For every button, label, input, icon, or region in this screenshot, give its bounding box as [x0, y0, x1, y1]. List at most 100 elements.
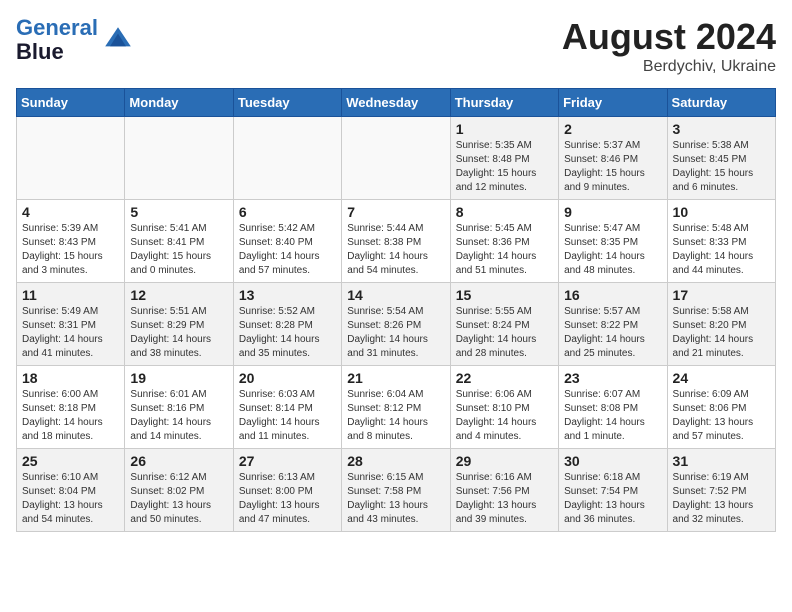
calendar-cell: 13 Sunrise: 5:52 AMSunset: 8:28 PMDayligh… [233, 283, 341, 366]
day-info: Sunrise: 6:06 AMSunset: 8:10 PMDaylight:… [456, 388, 553, 444]
title-block: August 2024 Berdychiv, Ukraine [562, 16, 776, 76]
day-number: 3 [673, 121, 770, 137]
day-number: 26 [130, 453, 227, 469]
calendar-cell: 4 Sunrise: 5:39 AMSunset: 8:43 PMDaylight… [17, 200, 125, 283]
calendar-cell: 25 Sunrise: 6:10 AMSunset: 8:04 PMDayligh… [17, 449, 125, 532]
calendar-cell: 10 Sunrise: 5:48 AMSunset: 8:33 PMDayligh… [667, 200, 775, 283]
calendar-cell: 19Sunrise: 6:01 AMSunset: 8:16 PMDayligh… [125, 366, 233, 449]
calendar-cell: 28Sunrise: 6:15 AMSunset: 7:58 PMDayligh… [342, 449, 450, 532]
calendar-cell: 6 Sunrise: 5:42 AMSunset: 8:40 PMDaylight… [233, 200, 341, 283]
calendar-cell [125, 117, 233, 200]
day-number: 14 [347, 287, 444, 303]
calendar-cell [342, 117, 450, 200]
day-number: 1 [456, 121, 553, 137]
calendar-cell: 18 Sunrise: 6:00 AMSunset: 8:18 PMDayligh… [17, 366, 125, 449]
calendar-week-1: 1Sunrise: 5:35 AMSunset: 8:48 PMDaylight… [17, 117, 776, 200]
day-info: Sunrise: 6:19 AMSunset: 7:52 PMDaylight:… [673, 471, 770, 527]
day-info: Sunrise: 5:55 AMSunset: 8:24 PMDaylight:… [456, 305, 553, 361]
calendar-cell: 1Sunrise: 5:35 AMSunset: 8:48 PMDaylight… [450, 117, 558, 200]
calendar-cell: 15Sunrise: 5:55 AMSunset: 8:24 PMDayligh… [450, 283, 558, 366]
logo-icon [102, 24, 134, 56]
day-number: 31 [673, 453, 770, 469]
weekday-header-row: SundayMondayTuesdayWednesdayThursdayFrid… [17, 89, 776, 117]
weekday-header-friday: Friday [559, 89, 667, 117]
calendar-cell: 24Sunrise: 6:09 AMSunset: 8:06 PMDayligh… [667, 366, 775, 449]
calendar-cell: 21 Sunrise: 6:04 AMSunset: 8:12 PMDayligh… [342, 366, 450, 449]
calendar-cell: 11Sunrise: 5:49 AMSunset: 8:31 PMDayligh… [17, 283, 125, 366]
day-number: 6 [239, 204, 336, 220]
day-info: Sunrise: 5:45 AMSunset: 8:36 PMDaylight:… [456, 222, 553, 278]
weekday-header-monday: Monday [125, 89, 233, 117]
day-info: Sunrise: 6:04 AMSunset: 8:12 PMDaylight:… [347, 388, 444, 444]
month-year: August 2024 [562, 16, 776, 58]
day-info: Sunrise: 5:42 AMSunset: 8:40 PMDaylight:… [239, 222, 336, 278]
day-info: Sunrise: 6:10 AMSunset: 8:04 PMDaylight:… [22, 471, 119, 527]
location: Berdychiv, Ukraine [562, 58, 776, 76]
day-number: 21 [347, 370, 444, 386]
calendar-week-5: 25 Sunrise: 6:10 AMSunset: 8:04 PMDayligh… [17, 449, 776, 532]
day-number: 7 [347, 204, 444, 220]
day-number: 23 [564, 370, 661, 386]
calendar-cell: 16 Sunrise: 5:57 AMSunset: 8:22 PMDayligh… [559, 283, 667, 366]
day-number: 10 [673, 204, 770, 220]
day-info: Sunrise: 6:12 AMSunset: 8:02 PMDaylight:… [130, 471, 227, 527]
weekday-header-saturday: Saturday [667, 89, 775, 117]
calendar-cell: 29 Sunrise: 6:16 AMSunset: 7:56 PMDayligh… [450, 449, 558, 532]
day-number: 9 [564, 204, 661, 220]
day-info: Sunrise: 5:38 AMSunset: 8:45 PMDaylight:… [673, 139, 770, 195]
logo-text: GeneralBlue [16, 16, 98, 64]
day-info: Sunrise: 6:13 AMSunset: 8:00 PMDaylight:… [239, 471, 336, 527]
calendar-cell: 26 Sunrise: 6:12 AMSunset: 8:02 PMDayligh… [125, 449, 233, 532]
page-header: GeneralBlue August 2024 Berdychiv, Ukrai… [16, 16, 776, 76]
weekday-header-sunday: Sunday [17, 89, 125, 117]
day-info: Sunrise: 5:37 AMSunset: 8:46 PMDaylight:… [564, 139, 661, 195]
calendar-week-3: 11Sunrise: 5:49 AMSunset: 8:31 PMDayligh… [17, 283, 776, 366]
calendar-cell: 12Sunrise: 5:51 AMSunset: 8:29 PMDayligh… [125, 283, 233, 366]
calendar-cell [17, 117, 125, 200]
day-info: Sunrise: 5:57 AMSunset: 8:22 PMDaylight:… [564, 305, 661, 361]
day-number: 18 [22, 370, 119, 386]
calendar-cell: 20Sunrise: 6:03 AMSunset: 8:14 PMDayligh… [233, 366, 341, 449]
calendar-table: SundayMondayTuesdayWednesdayThursdayFrid… [16, 88, 776, 532]
day-info: Sunrise: 6:15 AMSunset: 7:58 PMDaylight:… [347, 471, 444, 527]
day-info: Sunrise: 6:16 AMSunset: 7:56 PMDaylight:… [456, 471, 553, 527]
weekday-header-wednesday: Wednesday [342, 89, 450, 117]
calendar-cell: 9 Sunrise: 5:47 AMSunset: 8:35 PMDaylight… [559, 200, 667, 283]
calendar-cell: 31 Sunrise: 6:19 AMSunset: 7:52 PMDayligh… [667, 449, 775, 532]
weekday-header-thursday: Thursday [450, 89, 558, 117]
day-info: Sunrise: 6:00 AMSunset: 8:18 PMDaylight:… [22, 388, 119, 444]
calendar-week-2: 4 Sunrise: 5:39 AMSunset: 8:43 PMDaylight… [17, 200, 776, 283]
day-number: 11 [22, 287, 119, 303]
day-info: Sunrise: 6:09 AMSunset: 8:06 PMDaylight:… [673, 388, 770, 444]
day-info: Sunrise: 5:58 AMSunset: 8:20 PMDaylight:… [673, 305, 770, 361]
calendar-cell [233, 117, 341, 200]
day-info: Sunrise: 5:52 AMSunset: 8:28 PMDaylight:… [239, 305, 336, 361]
day-info: Sunrise: 5:47 AMSunset: 8:35 PMDaylight:… [564, 222, 661, 278]
day-info: Sunrise: 5:44 AMSunset: 8:38 PMDaylight:… [347, 222, 444, 278]
calendar-cell: 30Sunrise: 6:18 AMSunset: 7:54 PMDayligh… [559, 449, 667, 532]
day-info: Sunrise: 5:39 AMSunset: 8:43 PMDaylight:… [22, 222, 119, 278]
calendar-cell: 22Sunrise: 6:06 AMSunset: 8:10 PMDayligh… [450, 366, 558, 449]
day-number: 27 [239, 453, 336, 469]
calendar-cell: 5 Sunrise: 5:41 AMSunset: 8:41 PMDaylight… [125, 200, 233, 283]
day-info: Sunrise: 5:41 AMSunset: 8:41 PMDaylight:… [130, 222, 227, 278]
calendar-cell: 7 Sunrise: 5:44 AMSunset: 8:38 PMDaylight… [342, 200, 450, 283]
day-info: Sunrise: 5:54 AMSunset: 8:26 PMDaylight:… [347, 305, 444, 361]
day-number: 12 [130, 287, 227, 303]
calendar-cell: 27 Sunrise: 6:13 AMSunset: 8:00 PMDayligh… [233, 449, 341, 532]
day-number: 4 [22, 204, 119, 220]
calendar-cell: 2Sunrise: 5:37 AMSunset: 8:46 PMDaylight… [559, 117, 667, 200]
calendar-week-4: 18 Sunrise: 6:00 AMSunset: 8:18 PMDayligh… [17, 366, 776, 449]
day-number: 25 [22, 453, 119, 469]
day-info: Sunrise: 6:07 AMSunset: 8:08 PMDaylight:… [564, 388, 661, 444]
logo: GeneralBlue [16, 16, 134, 64]
day-number: 5 [130, 204, 227, 220]
day-number: 16 [564, 287, 661, 303]
day-number: 29 [456, 453, 553, 469]
day-number: 20 [239, 370, 336, 386]
day-info: Sunrise: 6:18 AMSunset: 7:54 PMDaylight:… [564, 471, 661, 527]
day-number: 19 [130, 370, 227, 386]
day-number: 17 [673, 287, 770, 303]
day-number: 13 [239, 287, 336, 303]
day-info: Sunrise: 5:48 AMSunset: 8:33 PMDaylight:… [673, 222, 770, 278]
